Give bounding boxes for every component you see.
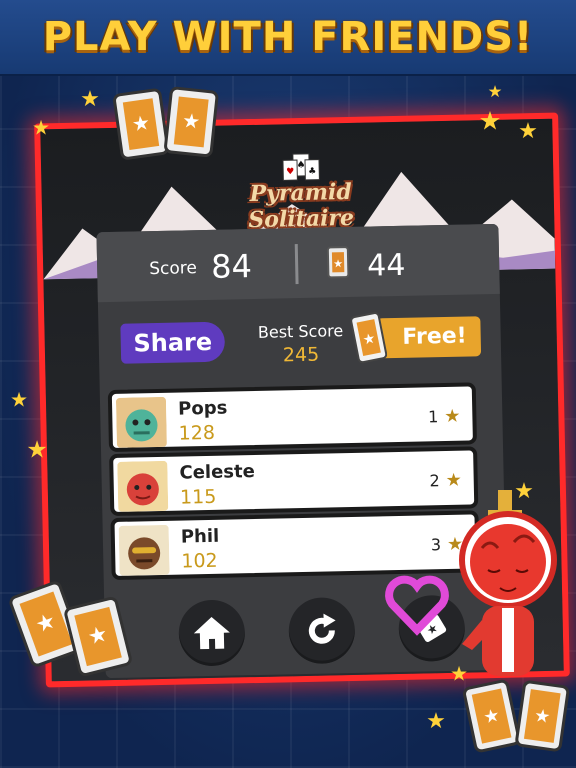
rank-star-icon: ★: [444, 406, 461, 425]
sparkle-star-icon: ★: [32, 116, 50, 138]
svg-text:★: ★: [445, 470, 462, 489]
sparkle-star-icon: ★: [10, 388, 28, 410]
svg-text:★: ★: [32, 116, 50, 138]
svg-text:★: ★: [130, 110, 151, 136]
svg-text:★: ★: [488, 82, 503, 100]
banner-title: PLAY WITH FRIENDS!: [42, 14, 534, 60]
best-score-label: Best Score: [257, 321, 344, 342]
ticket-icon: ★: [326, 246, 350, 279]
score-divider: [294, 244, 299, 285]
leaderboard-row: Celeste 115 2 ★: [109, 446, 479, 517]
player-name: Celeste: [179, 461, 256, 484]
leaderboard-row: Pops 128 1 ★: [107, 382, 477, 453]
svg-text:★: ★: [26, 436, 47, 462]
svg-text:♥: ♥: [286, 167, 294, 177]
ticket-pair-icon: ★ ★: [9, 581, 132, 676]
svg-text:♠: ♠: [296, 160, 305, 171]
svg-text:♣: ♣: [308, 167, 316, 177]
avatar-celeste: [117, 460, 169, 512]
svg-text:★: ★: [426, 709, 446, 732]
promo-banner: PLAY WITH FRIENDS!: [0, 0, 576, 76]
sparkle-star-icon: ★: [514, 479, 534, 502]
leaderboard-row: Phil 102 3 ★: [110, 510, 480, 581]
card-pyramid-icon: ♠ ♥ ♣: [282, 153, 320, 181]
sparkle-star-icon: ★: [488, 82, 503, 100]
sparkle-star-icon: ★: [518, 119, 538, 142]
svg-text:★: ★: [533, 705, 552, 728]
player-rank: 2: [429, 471, 440, 491]
home-icon: [193, 616, 230, 650]
avatar-pops: [115, 396, 167, 448]
svg-text:★: ★: [333, 257, 343, 270]
score-bar: Score 84 ★ 44: [96, 223, 500, 303]
svg-text:★: ★: [444, 406, 461, 425]
player-name: Phil: [180, 525, 220, 548]
ticket-pair-icon: ★ ★: [113, 86, 219, 160]
best-score-value: 245: [282, 343, 320, 367]
svg-text:★: ★: [10, 388, 28, 410]
player-name: Pops: [177, 397, 228, 420]
ticket-count: 44: [366, 247, 406, 284]
mascot-character: [459, 490, 557, 676]
svg-text:★: ★: [181, 108, 201, 134]
svg-text:★: ★: [518, 119, 538, 142]
svg-text:★: ★: [478, 106, 501, 134]
sparkle-star-icon: ★: [478, 106, 501, 134]
sparkle-star-icon: ★: [426, 709, 446, 732]
score-label: Score: [149, 258, 198, 280]
share-button[interactable]: Share: [120, 321, 226, 364]
svg-text:★: ★: [450, 662, 468, 684]
svg-text:★: ★: [514, 479, 534, 502]
player-score: 102: [181, 549, 218, 573]
svg-text:★: ★: [80, 87, 100, 110]
home-button[interactable]: [178, 599, 246, 667]
sparkle-star-icon: ★: [450, 662, 468, 684]
player-score: 128: [178, 421, 216, 445]
replay-icon: [308, 613, 336, 644]
player-rank: 1: [427, 407, 439, 427]
sparkle-star-icon: ★: [80, 87, 100, 110]
replay-button[interactable]: [288, 596, 356, 665]
sparkle-star-icon: ★: [26, 436, 47, 462]
player-score: 115: [179, 485, 217, 509]
score-value: 84: [210, 247, 253, 286]
avatar-phil: [118, 524, 170, 576]
rank-star-icon: ★: [445, 470, 462, 489]
player-rank: 3: [430, 535, 442, 555]
heart-icon: [385, 575, 449, 636]
ticket-icon: ★: [350, 312, 388, 364]
